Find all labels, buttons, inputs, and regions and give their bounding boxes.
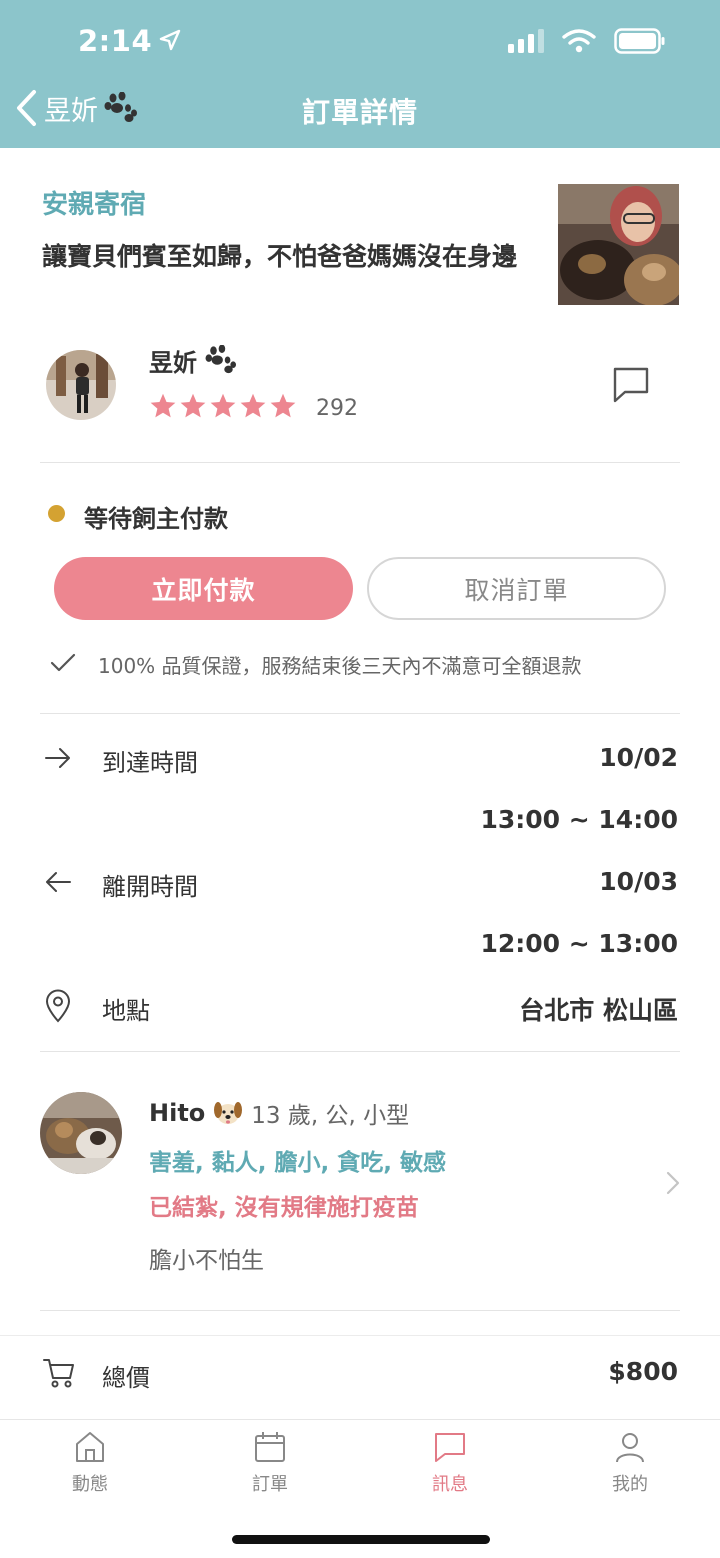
header-bar: 2:14 昱妡 訂單詳情 — [0, 0, 720, 148]
pet-name: Hito — [149, 1099, 206, 1127]
star-icon — [270, 393, 296, 418]
tab-feed-label: 動態 — [72, 1474, 108, 1495]
pay-now-button[interactable]: 立即付款 — [54, 557, 353, 620]
pet-traits: 害羞, 黏人, 膽小, 貪吃, 敏感 — [149, 1150, 446, 1176]
service-headline: 讓寶貝們賓至如歸，不怕爸爸媽媽沒在身邊 — [42, 242, 518, 271]
checkmark-icon — [50, 652, 76, 678]
pet-details: 13 歲, 公, 小型 — [251, 1103, 410, 1129]
departure-time: 12:00 ~ 13:00 — [480, 929, 678, 958]
chevron-right-icon[interactable] — [664, 1170, 682, 1200]
status-icons — [508, 28, 666, 54]
arrival-time: 13:00 ~ 14:00 — [480, 805, 678, 834]
sitter-avatar[interactable] — [46, 350, 116, 420]
order-status-text: 等待飼主付款 — [84, 505, 228, 533]
total-price: $800 — [608, 1357, 678, 1386]
service-cover-photo[interactable] — [558, 184, 679, 305]
tab-profile-label: 我的 — [612, 1474, 648, 1495]
home-icon — [76, 1432, 104, 1462]
arrow-left-icon — [44, 870, 72, 898]
location-label: 地點 — [102, 997, 150, 1025]
status-time-text: 2:14 — [78, 24, 153, 58]
dog-face-icon — [214, 1102, 243, 1124]
status-time: 2:14 — [78, 24, 182, 58]
sitter-name: 昱妡 — [149, 343, 237, 378]
chat-button[interactable] — [610, 364, 652, 406]
pet-note: 膽小不怕生 — [149, 1248, 264, 1274]
signal-icon — [508, 29, 544, 53]
page-title: 訂單詳情 — [301, 96, 418, 129]
divider — [40, 713, 680, 714]
guarantee-text: 100% 品質保證，服務結束後三天內不滿意可全額退款 — [98, 654, 582, 678]
departure-label: 離開時間 — [102, 873, 198, 901]
review-count: 292 — [316, 396, 358, 421]
rating-stars — [149, 392, 297, 420]
tab-orders-label: 訂單 — [252, 1474, 288, 1495]
departure-date: 10/03 — [599, 867, 678, 896]
tab-messages[interactable]: 訊息 — [390, 1430, 510, 1496]
tab-feed[interactable]: 動態 — [30, 1430, 150, 1496]
cancel-order-button[interactable]: 取消訂單 — [367, 557, 666, 620]
star-icon — [180, 393, 206, 418]
pet-avatar[interactable] — [40, 1092, 122, 1174]
divider — [40, 1051, 680, 1052]
paw-icon — [205, 344, 237, 374]
chat-bubble-icon — [613, 367, 649, 403]
battery-icon — [614, 28, 665, 54]
message-icon — [435, 1433, 465, 1462]
tab-messages-label: 訊息 — [432, 1474, 468, 1495]
home-indicator — [232, 1535, 490, 1544]
pet-summary: Hito 13 歲, 公, 小型 — [149, 1096, 409, 1130]
arrow-right-icon — [44, 746, 72, 774]
arrival-date: 10/02 — [599, 743, 678, 772]
sitter-name-text: 昱妡 — [149, 349, 197, 377]
pet-health: 已結紮, 沒有規律施打疫苗 — [149, 1195, 419, 1221]
tab-profile[interactable]: 我的 — [570, 1430, 690, 1496]
total-label: 總價 — [102, 1364, 150, 1392]
location-arrow-icon — [159, 29, 181, 51]
divider — [40, 462, 680, 463]
star-icon — [240, 393, 266, 418]
star-icon — [210, 393, 236, 418]
service-category: 安親寄宿 — [42, 190, 147, 220]
star-icon — [150, 393, 176, 418]
divider — [40, 1310, 680, 1311]
tab-orders[interactable]: 訂單 — [210, 1430, 330, 1496]
cart-icon — [42, 1356, 76, 1394]
location-pin-icon — [44, 989, 72, 1027]
calendar-icon — [255, 1432, 285, 1462]
location-value: 台北市 松山區 — [519, 996, 678, 1025]
status-dot — [48, 505, 65, 522]
arrival-label: 到達時間 — [102, 749, 198, 777]
profile-icon — [616, 1433, 644, 1463]
wifi-icon — [562, 29, 596, 53]
